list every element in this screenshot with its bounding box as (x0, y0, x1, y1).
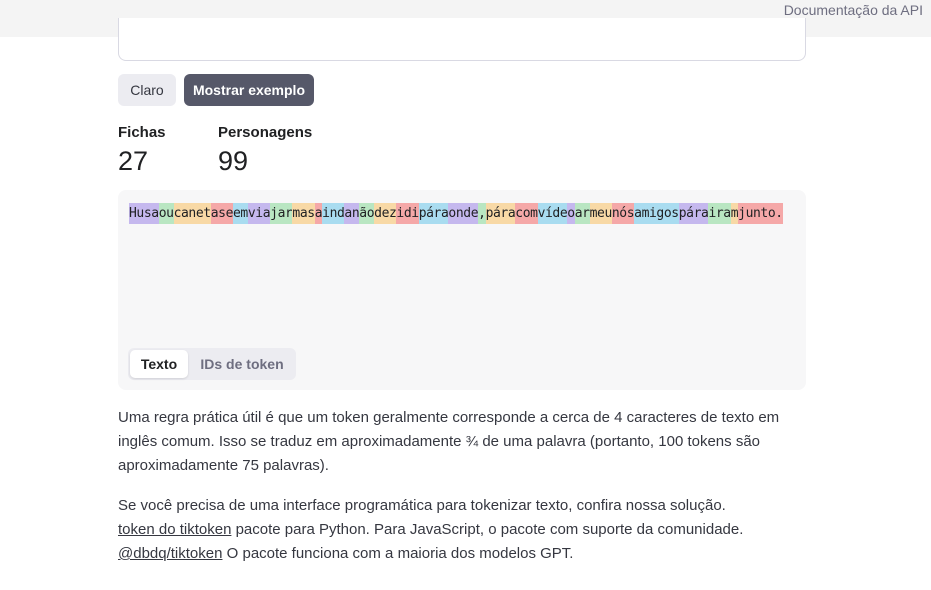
token: com (515, 203, 538, 224)
token: pára (418, 203, 449, 224)
token: ão (359, 203, 375, 224)
token: meu (589, 203, 612, 224)
token: via (247, 203, 271, 224)
token: em (233, 203, 248, 224)
view-toggle: Texto IDs de token (128, 348, 296, 380)
token: ind (322, 203, 345, 224)
prompt-input[interactable] (118, 18, 806, 61)
explainer-paragraph-2: Se você precisa de uma interface program… (118, 494, 818, 566)
token: junto. (738, 203, 783, 224)
token: ase (210, 203, 233, 224)
explainer-text: pacote para Python. Para JavaScript, o p… (231, 521, 744, 538)
token: ar (574, 203, 590, 224)
token: , (478, 203, 486, 224)
token: onde (448, 203, 479, 224)
token-list: Husaoucanetaseemviajarmasaindanãodezidip… (129, 202, 799, 226)
explainer-paragraph-1: Uma regra prática útil é que um token ge… (118, 409, 780, 474)
character-count-value: 99 (218, 146, 249, 176)
token: ira (708, 203, 731, 224)
token: an (344, 203, 360, 224)
token: Husa (129, 203, 159, 224)
token-count-value: 27 (118, 146, 149, 176)
tab-token-ids[interactable]: IDs de token (192, 350, 292, 378)
token-count-label: Fichas (118, 124, 166, 141)
explainer-text: Se você precisa de uma interface program… (118, 497, 726, 514)
api-docs-link[interactable]: Documentação da API (784, 2, 923, 18)
tab-text[interactable]: Texto (130, 350, 188, 378)
token: pára (678, 203, 709, 224)
token: idi (396, 203, 419, 224)
explainer-text: O pacote funciona com a maioria dos mode… (222, 545, 574, 562)
token: pára (485, 203, 516, 224)
token: nós (611, 203, 635, 224)
token: víde (537, 203, 568, 224)
dbdq-tiktoken-link[interactable]: @dbdq/tiktoken (118, 545, 222, 562)
token: jar (270, 203, 293, 224)
token: ou (158, 203, 174, 224)
token: amigos (634, 203, 679, 224)
tiktoken-link[interactable]: token do tiktoken (118, 521, 231, 538)
token: dez (374, 203, 397, 224)
token: mas (292, 203, 315, 224)
token: o (567, 203, 575, 224)
tokenized-output: Husaoucanetaseemviajarmasaindanãodezidip… (118, 190, 806, 390)
token: canet (173, 203, 211, 224)
show-example-button[interactable]: Mostrar exemplo (184, 74, 314, 106)
character-count-label: Personagens (218, 124, 313, 141)
clear-button[interactable]: Claro (118, 74, 176, 106)
